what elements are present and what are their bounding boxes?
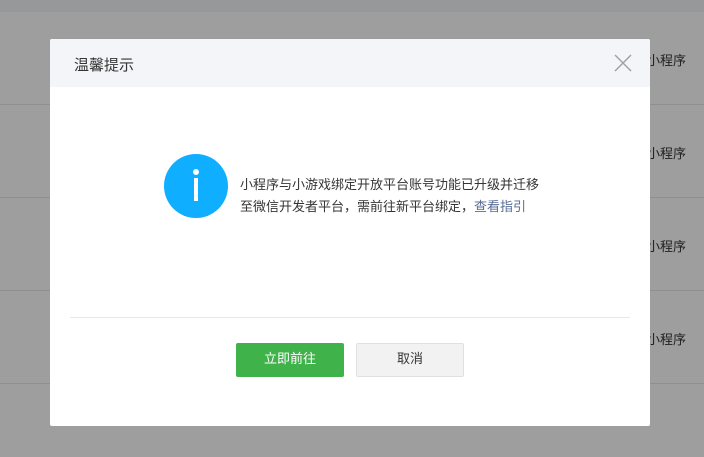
notice-dialog: 温馨提示 小程序与小游戏绑定开放平台账号功能已升级并迁移至微信开发者平台，需前往… [50, 39, 650, 426]
close-icon[interactable] [612, 52, 634, 74]
dialog-divider [70, 317, 630, 318]
info-icon [164, 154, 228, 218]
dialog-message: 小程序与小游戏绑定开放平台账号功能已升级并迁移至微信开发者平台，需前往新平台绑定… [240, 175, 540, 219]
cancel-button[interactable]: 取消 [356, 343, 464, 377]
dialog-header: 温馨提示 [50, 39, 650, 87]
dialog-title: 温馨提示 [74, 56, 135, 74]
go-now-button[interactable]: 立即前往 [236, 343, 344, 377]
view-guide-link[interactable]: 查看指引 [474, 200, 526, 215]
